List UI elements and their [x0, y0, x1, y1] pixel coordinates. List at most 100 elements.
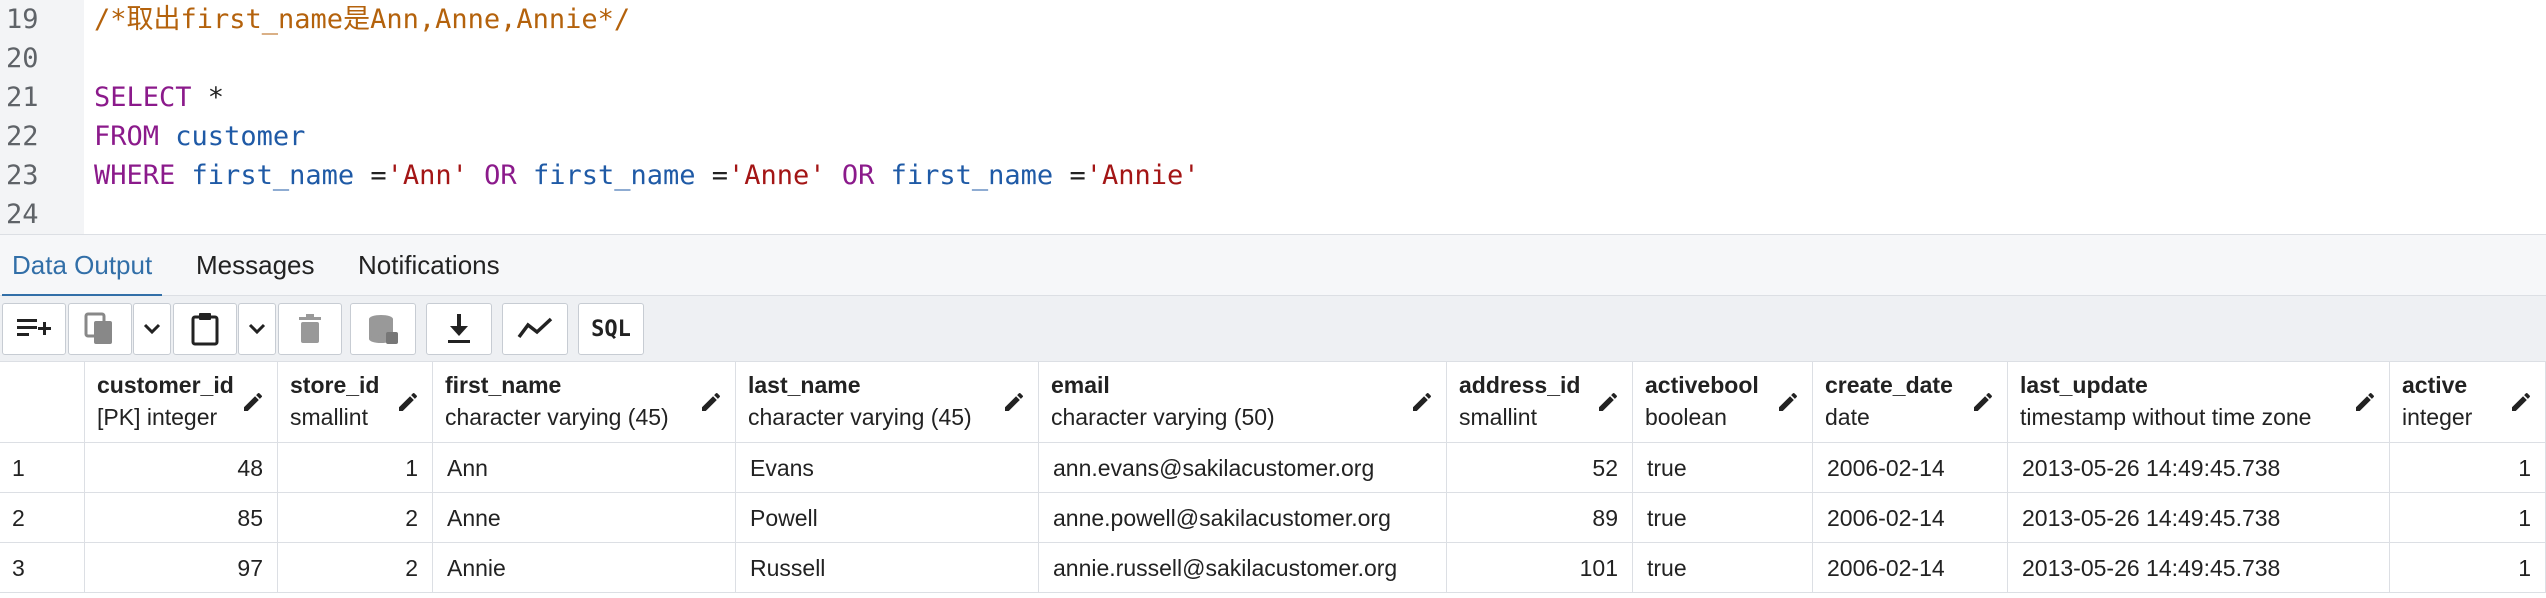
column-header-activebool[interactable]: activebool boolean	[1633, 362, 1813, 443]
code-line[interactable]: 21 SELECT *	[0, 78, 2546, 117]
code-text: WHERE first_name ='Ann' OR first_name ='…	[94, 156, 1200, 195]
cell-last-update[interactable]: 2013-05-26 14:49:45.738	[2008, 543, 2390, 593]
cell-customer-id[interactable]: 85	[85, 493, 278, 543]
column-header-create-date[interactable]: create_date date	[1813, 362, 2008, 443]
cell-address-id[interactable]: 89	[1447, 493, 1633, 543]
cell-customer-id[interactable]: 48	[85, 443, 278, 493]
column-header-last-name[interactable]: last_name character varying (45)	[736, 362, 1039, 443]
edit-pencil-icon[interactable]	[1971, 390, 1995, 414]
column-type: character varying (50)	[1051, 404, 1275, 430]
edit-pencil-icon[interactable]	[2353, 390, 2377, 414]
cell-email[interactable]: annie.russell@sakilacustomer.org	[1039, 543, 1447, 593]
column-type: integer	[2402, 404, 2473, 430]
cell-first-name[interactable]: Ann	[433, 443, 736, 493]
copy-icon	[84, 312, 112, 344]
cell-last-name[interactable]: Evans	[736, 443, 1039, 493]
column-header-address-id[interactable]: address_id smallint	[1447, 362, 1633, 443]
cell-create-date[interactable]: 2006-02-14	[1813, 443, 2008, 493]
table-row[interactable]: 2 85 2 Anne Powell anne.powell@sakilacustomer…	[0, 493, 2546, 543]
code-token: first_name	[191, 160, 355, 191]
cell-create-date[interactable]: 2006-02-14	[1813, 493, 2008, 543]
edit-pencil-icon[interactable]	[1596, 390, 1620, 414]
code-text: SELECT *	[94, 78, 224, 117]
column-name: active	[2402, 372, 2468, 398]
code-token: 'Annie'	[1085, 160, 1200, 191]
data-grid: customer_id [PK] integer store_id smallint f…	[0, 362, 2546, 598]
cell-email[interactable]: anne.powell@sakilacustomer.org	[1039, 493, 1447, 543]
column-name: activebool	[1645, 372, 1759, 398]
cell-last-update[interactable]: 2013-05-26 14:49:45.738	[2008, 443, 2390, 493]
line-number: 23	[6, 160, 39, 191]
cell-active[interactable]: 1	[2390, 493, 2546, 543]
tab-messages[interactable]: Messages	[186, 235, 325, 297]
row-number[interactable]: 2	[0, 493, 85, 543]
code-token: WHERE	[94, 160, 176, 191]
row-number[interactable]: 3	[0, 543, 85, 593]
tab-notifications[interactable]: Notifications	[348, 235, 510, 297]
edit-pencil-icon[interactable]	[2509, 390, 2533, 414]
add-row-icon	[17, 319, 51, 336]
edit-pencil-icon[interactable]	[1776, 390, 1800, 414]
cell-last-update[interactable]: 2013-05-26 14:49:45.738	[2008, 493, 2390, 543]
code-line[interactable]: 20	[0, 39, 2546, 78]
cell-customer-id[interactable]: 97	[85, 543, 278, 593]
cell-store-id[interactable]: 2	[278, 493, 433, 543]
delete-button[interactable]	[278, 303, 342, 355]
save-data-button[interactable]	[350, 303, 416, 355]
cell-last-name[interactable]: Russell	[736, 543, 1039, 593]
edit-pencil-icon[interactable]	[1410, 390, 1434, 414]
cell-active[interactable]: 1	[2390, 543, 2546, 593]
graph-icon	[517, 317, 553, 339]
edit-pencil-icon[interactable]	[396, 390, 420, 414]
cell-address-id[interactable]: 101	[1447, 543, 1633, 593]
cell-active[interactable]: 1	[2390, 443, 2546, 493]
paste-options-dropdown[interactable]	[238, 303, 276, 355]
code-token: /*取出first_name是Ann,Anne,Annie*/	[94, 4, 631, 35]
table-row[interactable]: 1 48 1 Ann Evans ann.evans@sakilacustomer.org…	[0, 443, 2546, 493]
code-line[interactable]: 23 WHERE first_name ='Ann' OR first_name …	[0, 156, 2546, 195]
cell-store-id[interactable]: 2	[278, 543, 433, 593]
cell-address-id[interactable]: 52	[1447, 443, 1633, 493]
column-header-last-update[interactable]: last_update timestamp without time zone	[2008, 362, 2390, 443]
cell-activebool[interactable]: true	[1633, 493, 1813, 543]
column-type: smallint	[290, 404, 368, 430]
edit-pencil-icon[interactable]	[1002, 390, 1026, 414]
table-row[interactable]: 3 97 2 Annie Russell annie.russell@sakilacust…	[0, 543, 2546, 593]
cell-first-name[interactable]: Annie	[433, 543, 736, 593]
copy-options-dropdown[interactable]	[133, 303, 171, 355]
cell-create-date[interactable]: 2006-02-14	[1813, 543, 2008, 593]
add-row-button[interactable]	[2, 303, 66, 355]
line-number: 21	[6, 82, 39, 113]
tab-data-output[interactable]: Data Output	[2, 235, 163, 297]
column-header-email[interactable]: email character varying (50)	[1039, 362, 1447, 443]
cell-email[interactable]: ann.evans@sakilacustomer.org	[1039, 443, 1447, 493]
code-text: FROM customer	[94, 117, 305, 156]
column-header-first-name[interactable]: first_name character varying (45)	[433, 362, 736, 443]
code-line[interactable]: 22 FROM customer	[0, 117, 2546, 156]
cell-activebool[interactable]: true	[1633, 543, 1813, 593]
code-line[interactable]: 19 /*取出first_name是Ann,Anne,Annie*/	[0, 0, 2546, 39]
cell-first-name[interactable]: Anne	[433, 493, 736, 543]
code-line[interactable]: 24	[0, 195, 2546, 234]
sql-editor[interactable]: 19 /*取出first_name是Ann,Anne,Annie*/ 20 21 SEL…	[0, 0, 2546, 234]
cell-store-id[interactable]: 1	[278, 443, 433, 493]
column-header-store-id[interactable]: store_id smallint	[278, 362, 433, 443]
edit-pencil-icon[interactable]	[241, 390, 265, 414]
row-number[interactable]: 1	[0, 443, 85, 493]
download-button[interactable]	[426, 303, 492, 355]
line-number: 20	[6, 43, 39, 74]
copy-button[interactable]	[68, 303, 132, 355]
cell-last-name[interactable]: Powell	[736, 493, 1039, 543]
trash-icon	[299, 314, 321, 343]
edit-pencil-icon[interactable]	[699, 390, 723, 414]
cell-activebool[interactable]: true	[1633, 443, 1813, 493]
column-header-customer-id[interactable]: customer_id [PK] integer	[85, 362, 278, 443]
sql-button[interactable]: SQL	[578, 303, 644, 355]
paste-button[interactable]	[173, 303, 237, 355]
graph-visualiser-button[interactable]	[502, 303, 568, 355]
column-header-active[interactable]: active integer	[2390, 362, 2546, 443]
